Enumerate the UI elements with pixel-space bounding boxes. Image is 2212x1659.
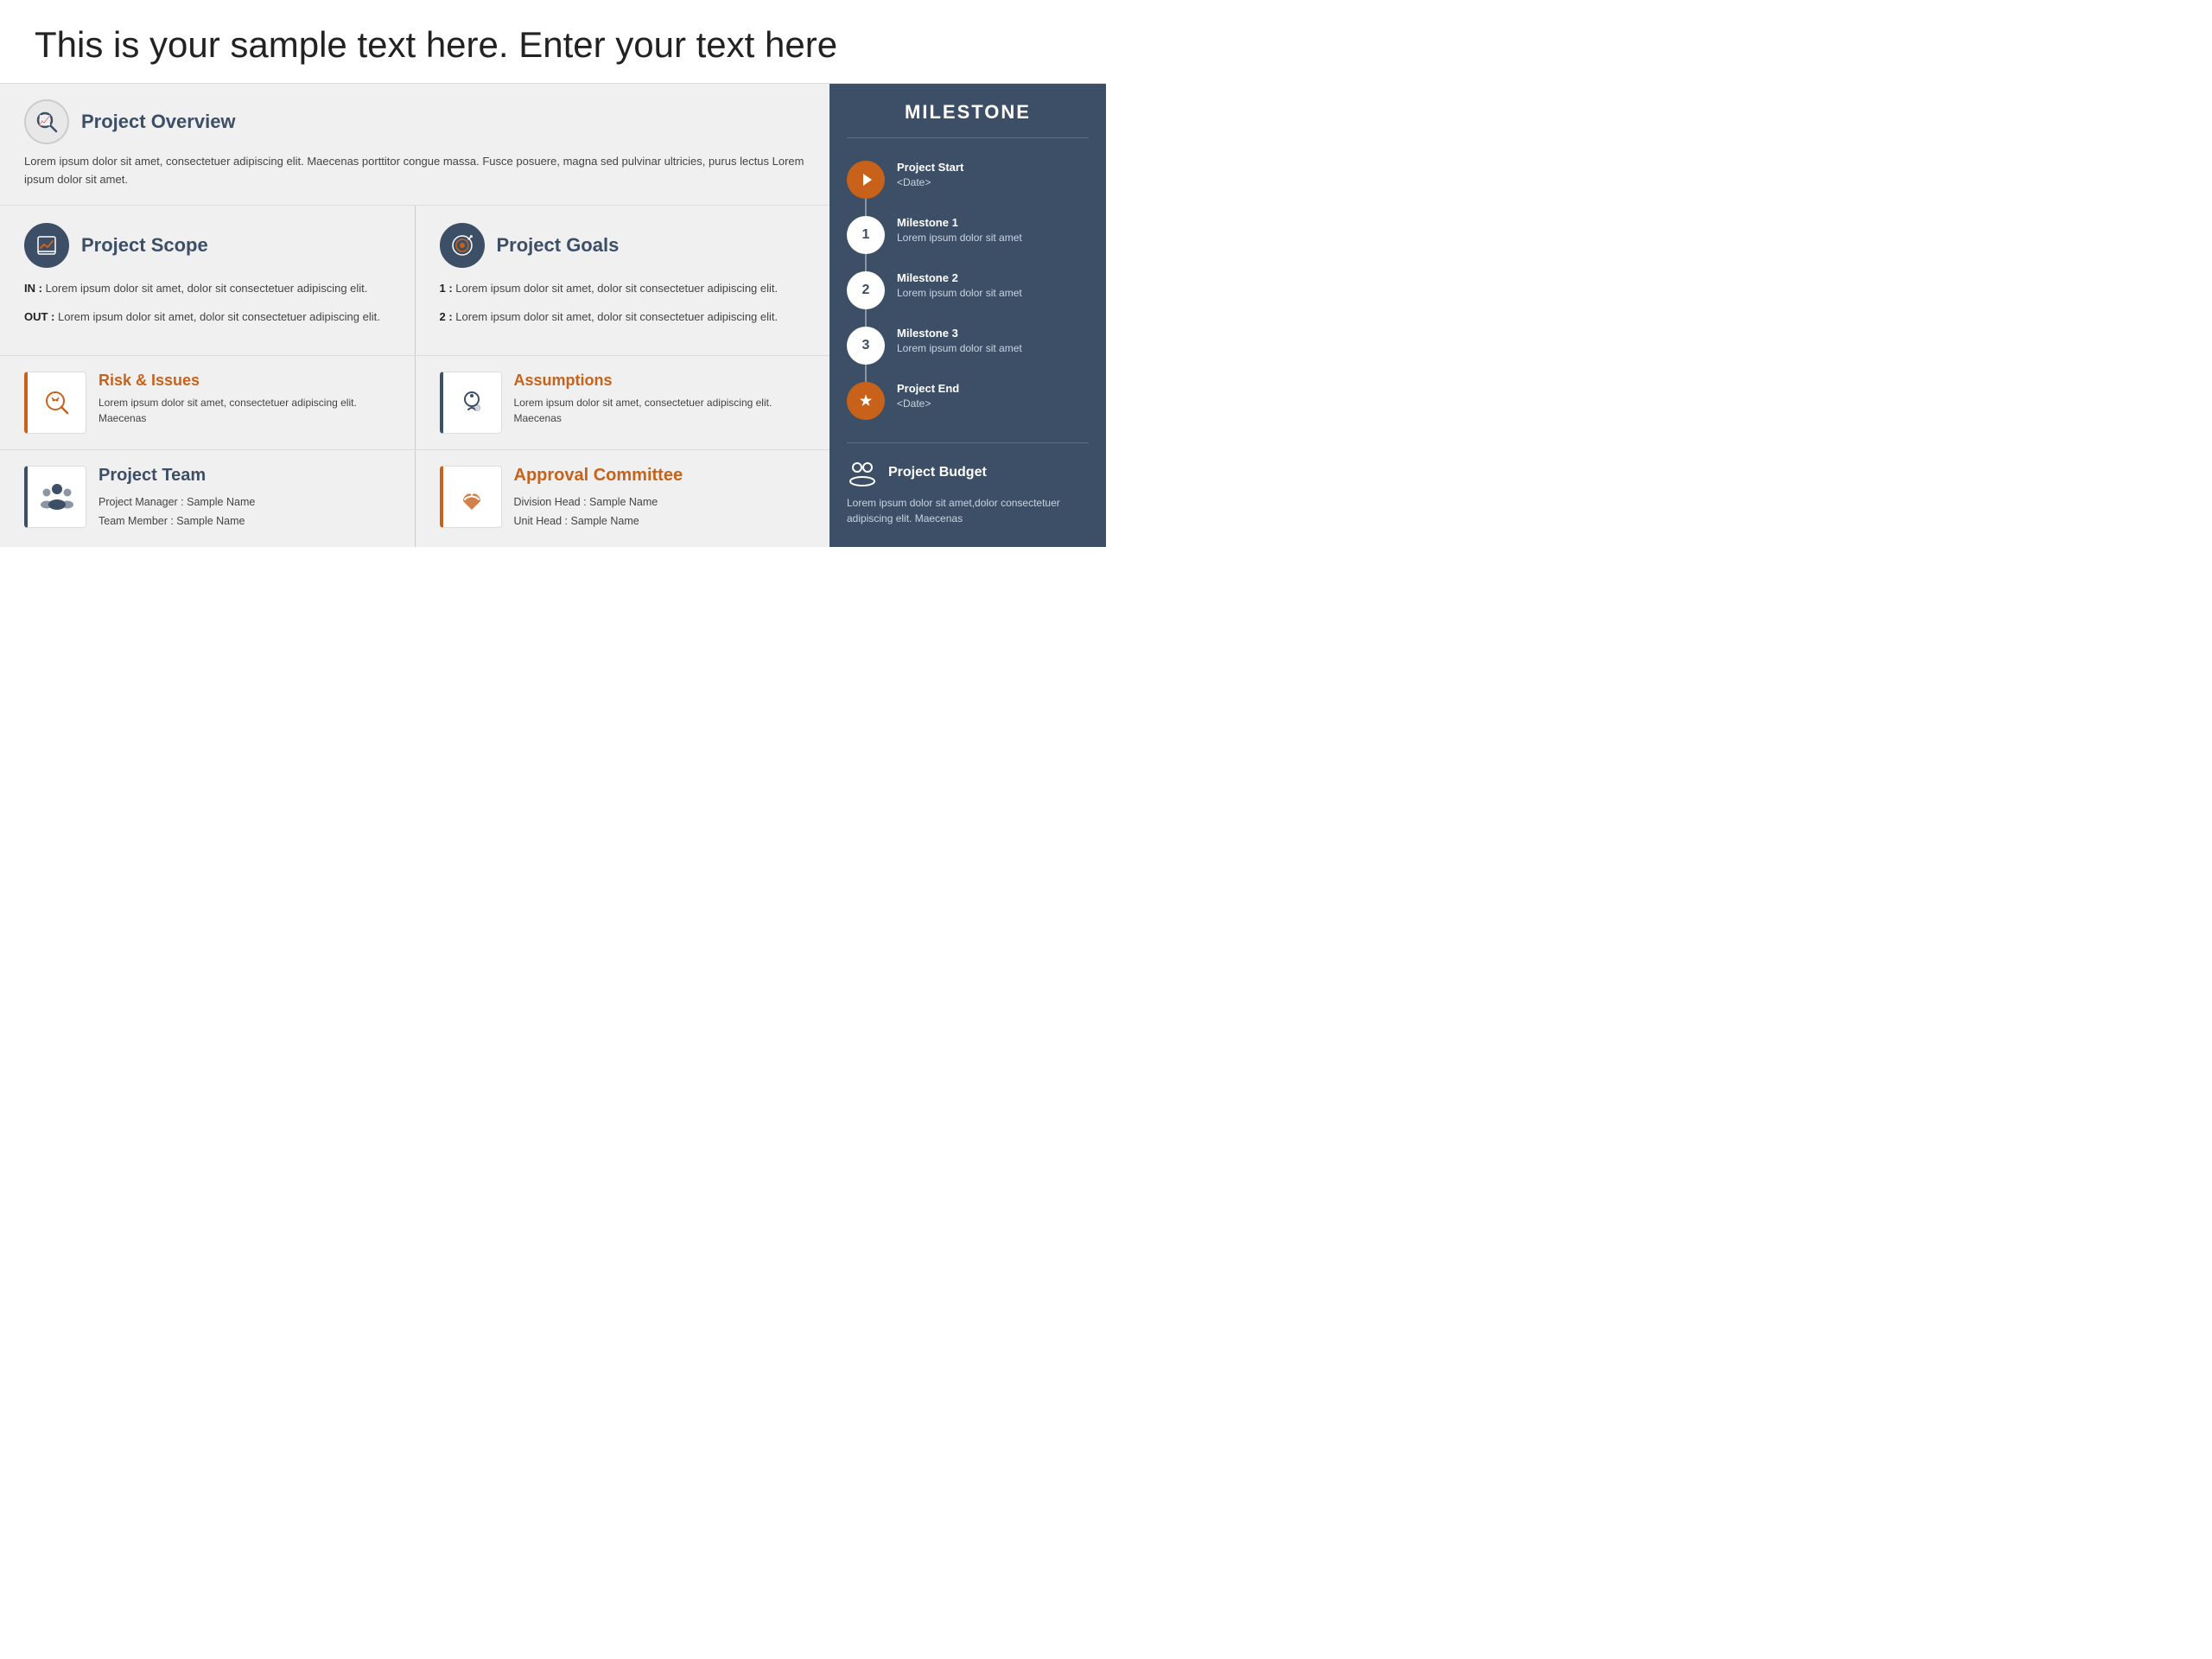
milestone-start: Project Start <Date>	[847, 152, 1089, 207]
scope-in: IN : Lorem ipsum dolor sit amet, dolor s…	[24, 280, 391, 297]
approval-icon-box	[440, 466, 502, 528]
assumptions-title: Assumptions	[514, 372, 806, 390]
milestone-end-circle: ★	[847, 382, 885, 420]
milestone-3: 3 Milestone 3 Lorem ipsum dolor sit amet	[847, 318, 1089, 373]
approval-member-2: Unit Head : Sample Name	[514, 512, 683, 531]
budget-section: Project Budget Lorem ipsum dolor sit ame…	[847, 442, 1089, 526]
svg-text:⚙: ⚙	[474, 405, 480, 412]
risk-text: Lorem ipsum dolor sit amet, consectetuer…	[99, 395, 391, 426]
approval-content: Approval Committee Division Head : Sampl…	[514, 466, 683, 531]
risk-icon-box	[24, 372, 86, 434]
budget-title: Project Budget	[888, 465, 987, 480]
team-member-2: Team Member : Sample Name	[99, 512, 255, 531]
assumptions-icon-box: ⚙	[440, 372, 502, 434]
goals-icon	[440, 223, 485, 268]
risk-content: Risk & Issues Lorem ipsum dolor sit amet…	[99, 372, 391, 426]
scope-out: OUT : Lorem ipsum dolor sit amet, dolor …	[24, 308, 391, 326]
approval-title: Approval Committee	[514, 466, 683, 486]
approval-member-1: Division Head : Sample Name	[514, 493, 683, 512]
milestone-list: Project Start <Date> 1 Milestone 1 Lorem…	[847, 152, 1089, 429]
assumptions-content: Assumptions Lorem ipsum dolor sit amet, …	[514, 372, 806, 426]
budget-icon	[847, 457, 878, 488]
svg-text:📈: 📈	[39, 115, 51, 126]
budget-text: Lorem ipsum dolor sit amet,dolor consect…	[847, 495, 1089, 526]
risk-title: Risk & Issues	[99, 372, 391, 390]
milestone-panel: MILESTONE Project Start <Date> 1	[830, 84, 1106, 547]
milestone-1: 1 Milestone 1 Lorem ipsum dolor sit amet	[847, 207, 1089, 263]
approval-section: Approval Committee Division Head : Sampl…	[416, 450, 830, 547]
overview-title: Project Overview	[81, 111, 236, 133]
milestone-end: ★ Project End <Date>	[847, 373, 1089, 429]
scope-title: Project Scope	[81, 234, 208, 257]
milestone-1-text: Milestone 1 Lorem ipsum dolor sit amet	[897, 216, 1022, 245]
assumptions-section: ⚙ Assumptions Lorem ipsum dolor sit amet…	[416, 356, 830, 449]
team-content: Project Team Project Manager : Sample Na…	[99, 466, 255, 531]
team-icon-box	[24, 466, 86, 528]
goal-2: 2 : Lorem ipsum dolor sit amet, dolor si…	[440, 308, 806, 326]
risk-section: Risk & Issues Lorem ipsum dolor sit amet…	[0, 356, 416, 449]
scope-icon	[24, 223, 69, 268]
milestone-end-text: Project End <Date>	[897, 382, 959, 411]
goal-1: 1 : Lorem ipsum dolor sit amet, dolor si…	[440, 280, 806, 297]
page-title: This is your sample text here. Enter you…	[0, 0, 1106, 84]
project-goals-section: Project Goals 1 : Lorem ipsum dolor sit …	[416, 206, 830, 355]
milestone-start-text: Project Start <Date>	[897, 161, 963, 190]
milestone-3-text: Milestone 3 Lorem ipsum dolor sit amet	[897, 327, 1022, 356]
project-overview-section: 📈 Project Overview Lorem ipsum dolor sit…	[0, 84, 830, 206]
milestone-1-circle: 1	[847, 216, 885, 254]
milestone-2-text: Milestone 2 Lorem ipsum dolor sit amet	[897, 271, 1022, 301]
project-scope-section: Project Scope IN : Lorem ipsum dolor sit…	[0, 206, 416, 355]
assumptions-text: Lorem ipsum dolor sit amet, consectetuer…	[514, 395, 806, 426]
project-team-section: Project Team Project Manager : Sample Na…	[0, 450, 416, 547]
milestone-2: 2 Milestone 2 Lorem ipsum dolor sit amet	[847, 263, 1089, 318]
goals-title: Project Goals	[497, 234, 620, 257]
team-member-1: Project Manager : Sample Name	[99, 493, 255, 512]
milestone-3-circle: 3	[847, 327, 885, 365]
team-title: Project Team	[99, 466, 255, 486]
milestone-heading: MILESTONE	[847, 101, 1089, 138]
milestone-start-circle	[847, 161, 885, 199]
overview-icon: 📈	[24, 99, 69, 144]
milestone-2-circle: 2	[847, 271, 885, 309]
overview-body: Lorem ipsum dolor sit amet, consectetuer…	[24, 153, 805, 189]
